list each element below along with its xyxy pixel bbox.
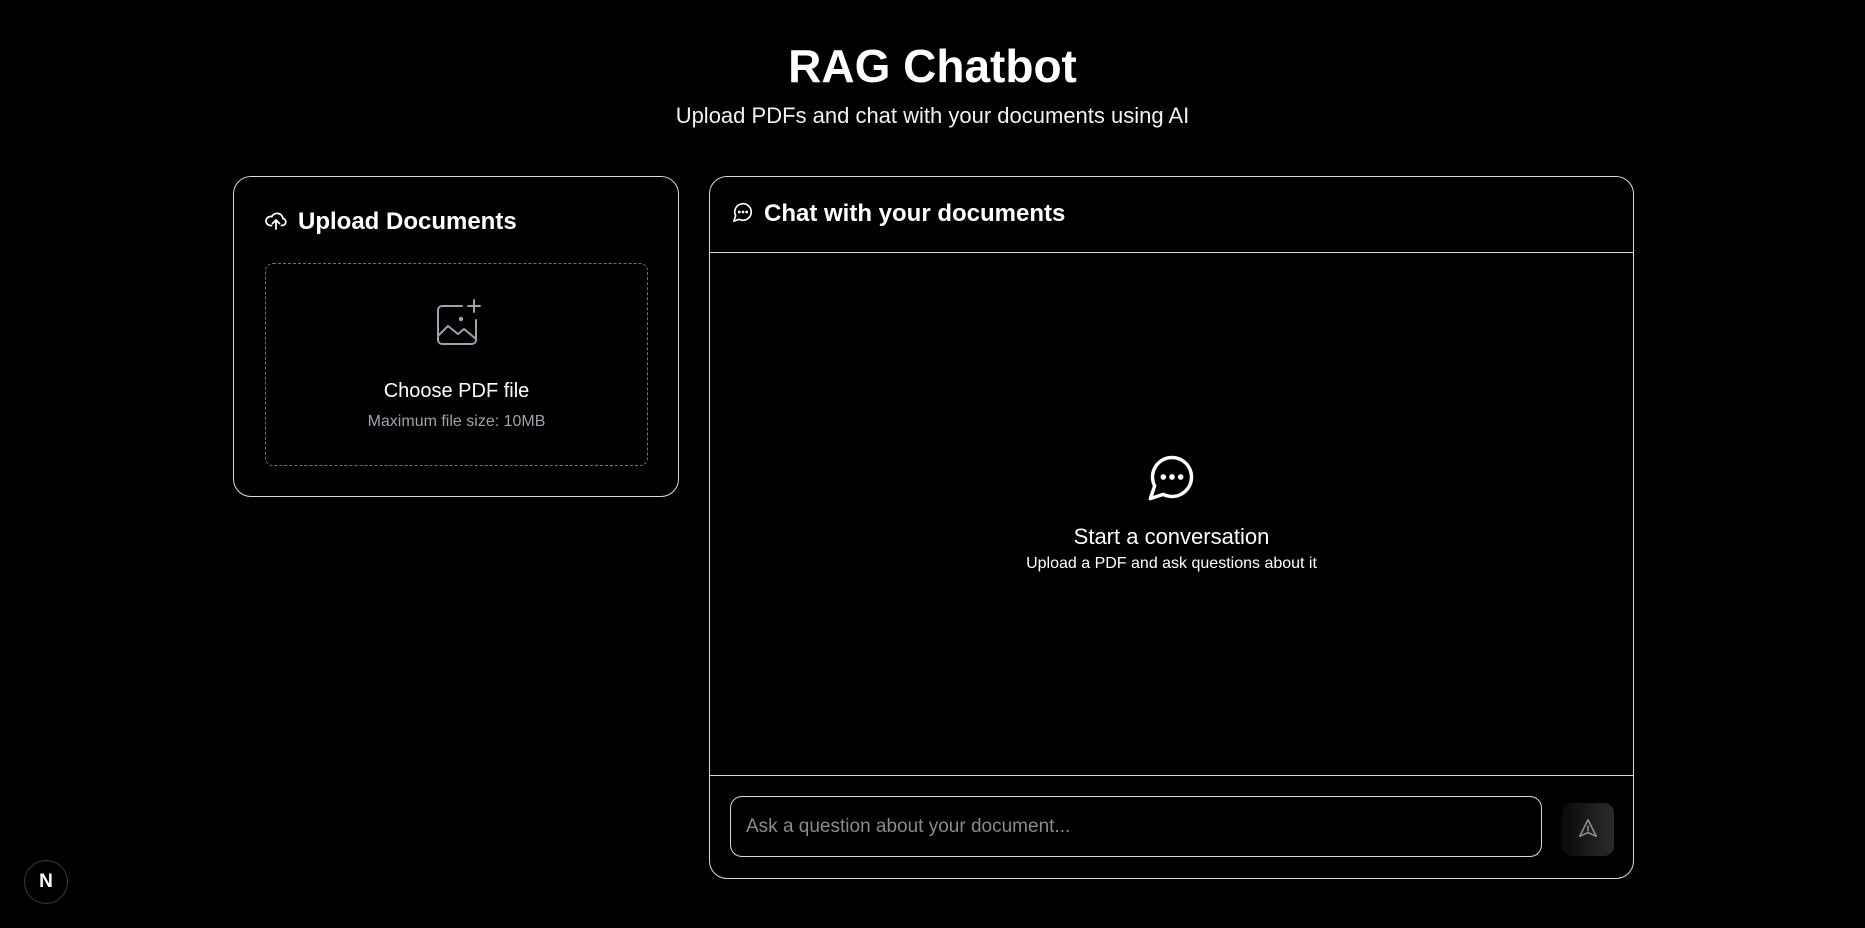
chat-card-title: Chat with your documents: [764, 200, 1066, 227]
page-header: RAG Chatbot Upload PDFs and chat with yo…: [0, 34, 1865, 130]
chat-empty-state: Start a conversation Upload a PDF and as…: [710, 451, 1633, 574]
message-circle-icon: [732, 201, 754, 228]
page-title: RAG Chatbot: [788, 40, 1077, 92]
chat-card: Chat with your documents Start a convers…: [709, 176, 1634, 879]
send-icon: [1577, 817, 1599, 842]
empty-state-title: Start a conversation: [1073, 524, 1270, 549]
page-subtitle: Upload PDFs and chat with your documents…: [675, 103, 1190, 128]
upload-card: Upload Documents Choose PDF file Maximum…: [233, 176, 679, 497]
dropzone-hint: Maximum file size: 10MB: [367, 413, 546, 430]
nextjs-dev-badge[interactable]: N: [24, 860, 68, 904]
chat-input-bar: [710, 775, 1633, 878]
cloud-upload-icon: [264, 208, 288, 237]
dropzone-label: Choose PDF file: [383, 380, 530, 402]
chat-card-header: Chat with your documents: [732, 199, 1065, 229]
image-plus-icon: [434, 298, 482, 353]
empty-state-subtitle: Upload a PDF and ask questions about it: [1026, 555, 1317, 572]
upload-card-header: Upload Documents: [264, 207, 517, 237]
message-circle-large-icon: [1146, 455, 1198, 507]
nextjs-icon: N: [39, 871, 53, 892]
send-button[interactable]: [1562, 803, 1614, 856]
page: RAG Chatbot Upload PDFs and chat with yo…: [0, 0, 1865, 928]
upload-card-title: Upload Documents: [298, 208, 517, 235]
pdf-dropzone[interactable]: Choose PDF file Maximum file size: 10MB: [265, 263, 648, 466]
chat-question-input[interactable]: [730, 796, 1542, 857]
chat-header: Chat with your documents: [710, 177, 1633, 253]
